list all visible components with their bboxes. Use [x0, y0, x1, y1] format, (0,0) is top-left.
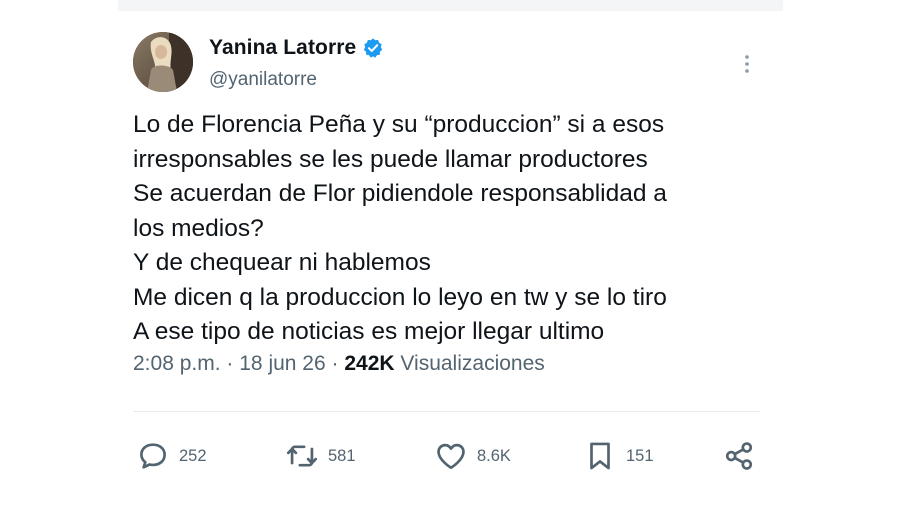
- share-button[interactable]: [722, 436, 756, 476]
- tweet-line: A ese tipo de noticias es mejor llegar u…: [133, 318, 605, 345]
- views-count: 242K: [344, 352, 395, 375]
- meta-separator: ·: [226, 352, 234, 375]
- bookmark-count: 151: [626, 446, 654, 465]
- top-strip: [118, 0, 783, 11]
- tweet-line: Lo de Florencia Peña y su “produccion” s…: [133, 111, 665, 138]
- tweet-text: Lo de Florencia Peña y su “produccion” s…: [133, 108, 763, 350]
- views-label: Visualizaciones: [400, 352, 545, 375]
- tweet-date[interactable]: 18 jun 26: [239, 352, 325, 375]
- heart-icon: [437, 443, 465, 469]
- bookmark-button[interactable]: 151: [583, 436, 654, 476]
- tweet-line: irresponsables se les puede llamar produ…: [133, 145, 648, 173]
- avatar[interactable]: [133, 32, 193, 92]
- bookmark-icon: [590, 442, 610, 470]
- tweet-line: Se acuerdan de Flor pidiendole responsab…: [133, 180, 667, 207]
- like-count: 8.6K: [477, 446, 511, 465]
- repost-button[interactable]: 581: [285, 436, 356, 476]
- action-bar: 252 581 8.6K 151: [118, 436, 783, 486]
- like-button[interactable]: 8.6K: [434, 436, 511, 476]
- page: Yanina Latorre @yanilatorre Lo de Floren…: [0, 0, 900, 505]
- tweet-card[interactable]: Yanina Latorre @yanilatorre Lo de Floren…: [118, 11, 783, 505]
- repost-icon: [286, 445, 318, 467]
- display-name[interactable]: Yanina Latorre: [209, 36, 356, 60]
- tweet-line: Me dicen q la produccion lo leyo en tw y…: [133, 283, 667, 311]
- divider: [133, 411, 760, 412]
- verified-badge-icon: [362, 37, 384, 59]
- reply-icon: [140, 443, 166, 469]
- reply-button[interactable]: 252: [136, 436, 207, 476]
- share-icon: [725, 442, 753, 470]
- tweet-line: Y de chequear ni hablemos: [133, 249, 431, 276]
- tweet-meta: 2:08 p.m. · 18 jun 26 · 242K Visualizaci…: [133, 352, 545, 376]
- avatar-image: [133, 32, 193, 92]
- more-options-icon[interactable]: [740, 51, 754, 77]
- user-handle[interactable]: @yanilatorre: [209, 69, 317, 91]
- reply-count: 252: [179, 446, 207, 465]
- tweet-line: los medios?: [133, 214, 264, 242]
- tweet-time[interactable]: 2:08 p.m.: [133, 352, 221, 375]
- repost-count: 581: [328, 446, 356, 465]
- name-row[interactable]: Yanina Latorre: [209, 35, 384, 61]
- meta-separator: ·: [331, 352, 339, 375]
